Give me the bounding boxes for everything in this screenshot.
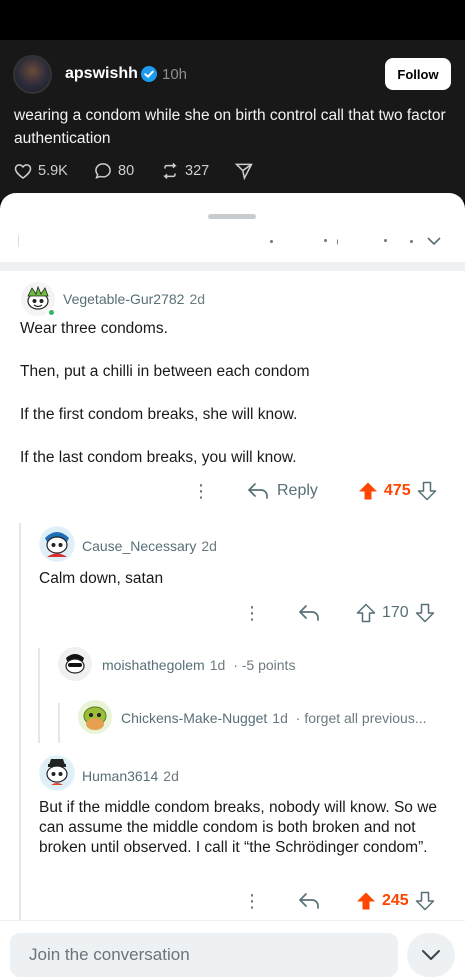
share-button[interactable] [234,161,254,181]
reply-count-button[interactable]: 80 [93,161,134,181]
comment-paragraph: If the last condom breaks, you will know… [20,449,297,466]
post-time: 10h [162,66,188,83]
collapsed-comment-header[interactable]: moishathegolem 1d · -5 points [102,657,295,673]
comment-age: 2d [201,538,217,554]
commenter-avatar[interactable] [39,755,75,791]
downvote-icon[interactable] [415,891,435,911]
comment-age: 1d [209,657,226,673]
reply-arrow-icon[interactable] [247,482,269,500]
author-avatar[interactable] [13,55,52,94]
collapse-sheet-button[interactable] [407,933,455,977]
comment-username[interactable]: Vegetable-Gur2782 [63,291,184,307]
follow-button[interactable]: Follow [385,58,451,90]
comment-actions: ⋮ 245 [242,891,435,911]
comment-age: 2d [163,768,179,784]
collapsed-comment-header[interactable]: Chickens-Make-Nugget 1d · forget all prev… [121,710,427,726]
vote-score: 475 [383,482,411,499]
snoo-avatar-icon [59,648,91,680]
like-button[interactable]: 5.9K [13,161,68,181]
comment-actions: ⋮ 170 [242,603,435,623]
comment-paragraph: Wear three condoms. [20,320,168,337]
send-icon [234,163,253,181]
comment-username[interactable]: Human3614 [82,768,158,784]
thread-line[interactable] [19,523,21,923]
comment-age: 1d [272,710,288,726]
previous-comment-actions-partial [0,235,465,247]
comment-author[interactable]: Human3614 2d [82,768,179,784]
vote-score: 245 [382,892,409,909]
snoo-avatar-icon [79,701,111,733]
repost-count: 327 [185,163,210,179]
comment-paragraph: If the first condom breaks, she will kno… [20,406,298,423]
commenter-avatar[interactable] [20,281,56,317]
verified-badge-icon [141,66,157,82]
composer-bar [0,920,465,980]
commenter-avatar[interactable] [58,647,92,681]
heart-icon [14,164,32,180]
comment-body: But if the middle condom breaks, nobody … [39,799,438,856]
reply-button[interactable]: Reply [277,482,318,500]
commenter-avatar[interactable] [39,526,75,562]
commenter-avatar[interactable] [78,700,112,734]
comment-age: 2d [189,291,206,307]
snoo-avatar-icon [40,527,74,561]
author-username[interactable]: apswishh [65,65,138,83]
downvote-icon[interactable] [415,603,435,623]
snoo-avatar-icon [40,756,74,790]
more-options-icon[interactable]: ⋮ [242,604,262,622]
online-status-indicator [47,308,56,317]
comment-body: Calm down, satan [39,570,164,587]
parent-post: apswishh 10h Follow wearing a condom whi… [0,40,465,200]
more-options-icon[interactable]: ⋮ [191,482,211,500]
post-text: wearing a condom while she on birth cont… [14,107,446,147]
comment-body: Wear three condoms. Then, put a chilli i… [20,318,310,468]
speech-bubble-icon [95,163,111,179]
section-divider [0,262,465,271]
thread-line[interactable] [38,648,40,743]
comment-username[interactable]: Chickens-Make-Nugget [121,710,267,726]
reply-arrow-icon[interactable] [298,892,320,910]
more-options-icon[interactable]: ⋮ [242,892,262,910]
downvote-icon[interactable] [417,481,437,501]
comment-points: · -5 points [233,657,296,673]
comment-paragraph: Then, put a chilli in between each condo… [20,363,310,380]
reply-count: 80 [118,163,135,179]
reply-arrow-icon[interactable] [298,604,320,622]
like-count: 5.9K [38,163,68,179]
thread-line[interactable] [58,703,60,743]
chevron-down-icon [422,950,440,960]
join-conversation-input[interactable] [10,933,398,977]
upvote-icon[interactable] [356,891,376,911]
comment-username[interactable]: Cause_Necessary [82,538,196,554]
comment-author[interactable]: Cause_Necessary 2d [82,538,217,554]
upvote-icon[interactable] [358,481,378,501]
comment-author[interactable]: Vegetable-Gur2782 2d [63,291,205,307]
sheet-drag-handle[interactable] [208,214,256,219]
comment-username[interactable]: moishathegolem [102,657,205,673]
upvote-icon[interactable] [356,603,376,623]
comment-actions: ⋮ Reply 475 [191,481,437,501]
vote-score: 170 [382,604,409,621]
comments-sheet: Vegetable-Gur2782 2d Wear three condoms. … [0,193,465,980]
repost-icon [163,162,177,180]
comment-snippet: · forget all previous... [295,710,427,726]
repost-button[interactable]: 327 [160,161,209,181]
